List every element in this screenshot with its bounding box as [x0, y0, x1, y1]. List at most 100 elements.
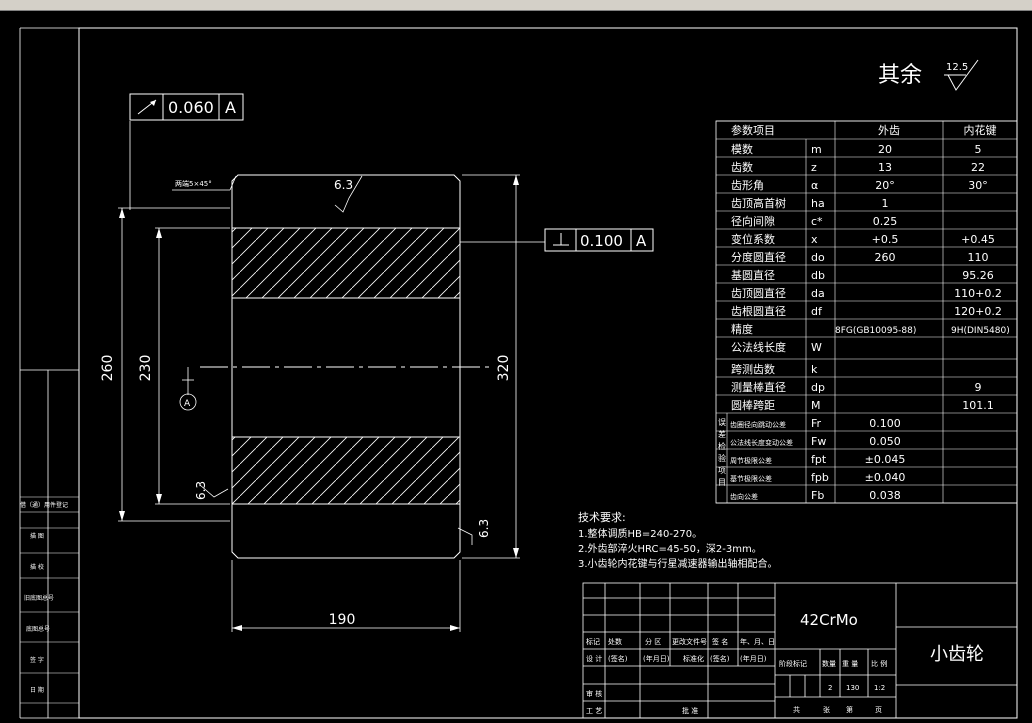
general-roughness-value: 12.5 [946, 62, 968, 73]
general-roughness-note: 其余 [878, 63, 922, 88]
table-cell: 跨测齿数 [731, 363, 775, 376]
table-cell: 外齿 [878, 124, 900, 137]
table-cell: 101.1 [962, 399, 994, 412]
table-cell: 0.038 [869, 489, 901, 502]
perpendicular-value: 0.100 [580, 232, 623, 250]
tb-label: 分 区 [645, 637, 661, 646]
tech-req-line: 3.小齿轮内花键与行星减速器输出轴相配合。 [578, 557, 778, 570]
runout-datum: A [225, 98, 236, 117]
tb-label: 工 艺 [586, 707, 602, 715]
tb-label: (签名) [608, 654, 628, 663]
side-label: 描 图 [30, 532, 44, 540]
perpendicularity-tolerance-frame: 0.100 A [544, 228, 654, 252]
table-cell: fpb [811, 471, 829, 484]
tb-label: 页 [875, 706, 882, 714]
table-cell: 公法线长度变动公差 [730, 438, 793, 447]
table-cell: x [811, 233, 818, 246]
side-label: 借（通）用件登记 [20, 501, 68, 509]
table-cell: 95.26 [962, 269, 994, 282]
tb-value: 2 [828, 684, 832, 692]
table-cell: m [811, 143, 822, 156]
roughness-right: 6.3 [477, 519, 491, 538]
tb-label: (年月日) [740, 654, 767, 663]
table-cell: +0.45 [961, 233, 995, 246]
table-cell: 差 [718, 429, 726, 439]
roughness-left: 6.3 [194, 481, 208, 500]
table-cell: 目 [718, 478, 726, 487]
part-name-label: 小齿轮 [930, 644, 984, 665]
roughness-top: 6.3 [334, 178, 353, 192]
table-cell: 5 [975, 143, 982, 156]
tb-label: 张 [823, 705, 830, 714]
table-cell: db [811, 269, 825, 282]
table-cell: df [811, 305, 823, 318]
dim-320: 320 [496, 355, 512, 382]
tb-label: (签名) [710, 654, 730, 663]
table-cell: 1 [882, 197, 889, 210]
tb-label: 年、月、日 [740, 637, 775, 646]
table-cell: 30° [968, 179, 988, 192]
table-cell: Fw [811, 435, 826, 448]
table-cell: 模数 [731, 143, 753, 156]
side-registration-block: 借（通）用件登记 描 图 描 校 旧底图总号 底图总号 签 字 日 期 [20, 496, 79, 704]
table-cell: 110+0.2 [954, 287, 1002, 300]
tb-label: 比 例 [871, 659, 887, 668]
cad-drawing-canvas[interactable]: 借（通）用件登记 描 图 描 校 旧底图总号 底图总号 签 字 日 期 260 … [0, 10, 1032, 723]
table-cell: 项 [718, 466, 726, 475]
tb-label: 更改文件号 [672, 637, 707, 646]
tb-label: 标记 [586, 637, 600, 646]
table-cell: 分度圆直径 [731, 250, 786, 264]
tb-label: 第 [846, 705, 853, 714]
technical-requirements: 技术要求: 1.整体调质HB=240-270。 2.外齿部淬火HRC=45-50… [578, 511, 778, 570]
table-cell: c* [811, 215, 823, 228]
datum-label: A [184, 399, 191, 409]
side-label: 旧底图总号 [24, 594, 54, 602]
table-cell: 变位系数 [731, 232, 775, 246]
tb-label: 批 准 [682, 706, 698, 715]
table-cell: 径向间隙 [731, 214, 775, 228]
chamfer-note: 两端5×45° [175, 179, 212, 188]
table-cell: 参数项目 [731, 123, 775, 137]
dim-260: 260 [100, 355, 116, 382]
table-cell: 公法线长度 [731, 340, 786, 354]
tech-req-title: 技术要求: [578, 511, 626, 524]
table-cell: ±0.040 [865, 471, 906, 484]
dim-190: 190 [329, 612, 356, 628]
table-cell: 0.25 [873, 215, 898, 228]
table-cell: 齿根圆直径 [731, 304, 786, 318]
side-label: 签 字 [30, 656, 44, 664]
tb-label: 数量 [822, 659, 836, 668]
table-cell: 齿向公差 [730, 492, 758, 501]
table-cell: fpt [811, 453, 827, 466]
table-cell: 120+0.2 [954, 305, 1002, 318]
gear-section-view [200, 174, 490, 559]
table-cell: z [811, 161, 817, 174]
table-cell: ±0.045 [865, 453, 906, 466]
drawing-border [78, 27, 1018, 719]
tb-label: 设 计 [586, 654, 602, 663]
side-label: 描 校 [30, 563, 44, 571]
table-cell: 基圆直径 [731, 268, 775, 282]
runout-value: 0.060 [168, 98, 214, 117]
table-cell: 9H(DIN5480) [951, 326, 1010, 336]
table-cell: 内花键 [964, 123, 997, 137]
table-cell: 验 [718, 453, 726, 463]
table-cell: 0.100 [869, 417, 901, 430]
tb-label: 处数 [608, 637, 622, 646]
table-cell: 9 [975, 381, 982, 394]
table-cell: do [811, 251, 825, 264]
table-cell: 20° [875, 179, 895, 192]
material-label: 42CrMo [800, 611, 858, 629]
tb-label: 重 量 [842, 660, 858, 668]
table-cell: Fr [811, 417, 822, 430]
table-cell: 齿圈径向跳动公差 [730, 420, 786, 429]
table-cell: 圆棒跨距 [731, 398, 775, 412]
tb-label: 共 [793, 705, 800, 714]
gear-parameter-table: 参数项目 外齿 内花键模数 m 20 5 齿数 z 13 22 齿形角 α 20° 30° 齿顶高首树 ha 1… [715, 120, 1018, 504]
table-cell: 检 [718, 441, 726, 451]
table-cell: +0.5 [872, 233, 899, 246]
table-cell: 误 [718, 418, 726, 427]
tech-req-line: 1.整体调质HB=240-270。 [578, 527, 702, 540]
table-cell: 周节极限公差 [730, 456, 772, 465]
tb-value: 1:2 [874, 684, 885, 692]
